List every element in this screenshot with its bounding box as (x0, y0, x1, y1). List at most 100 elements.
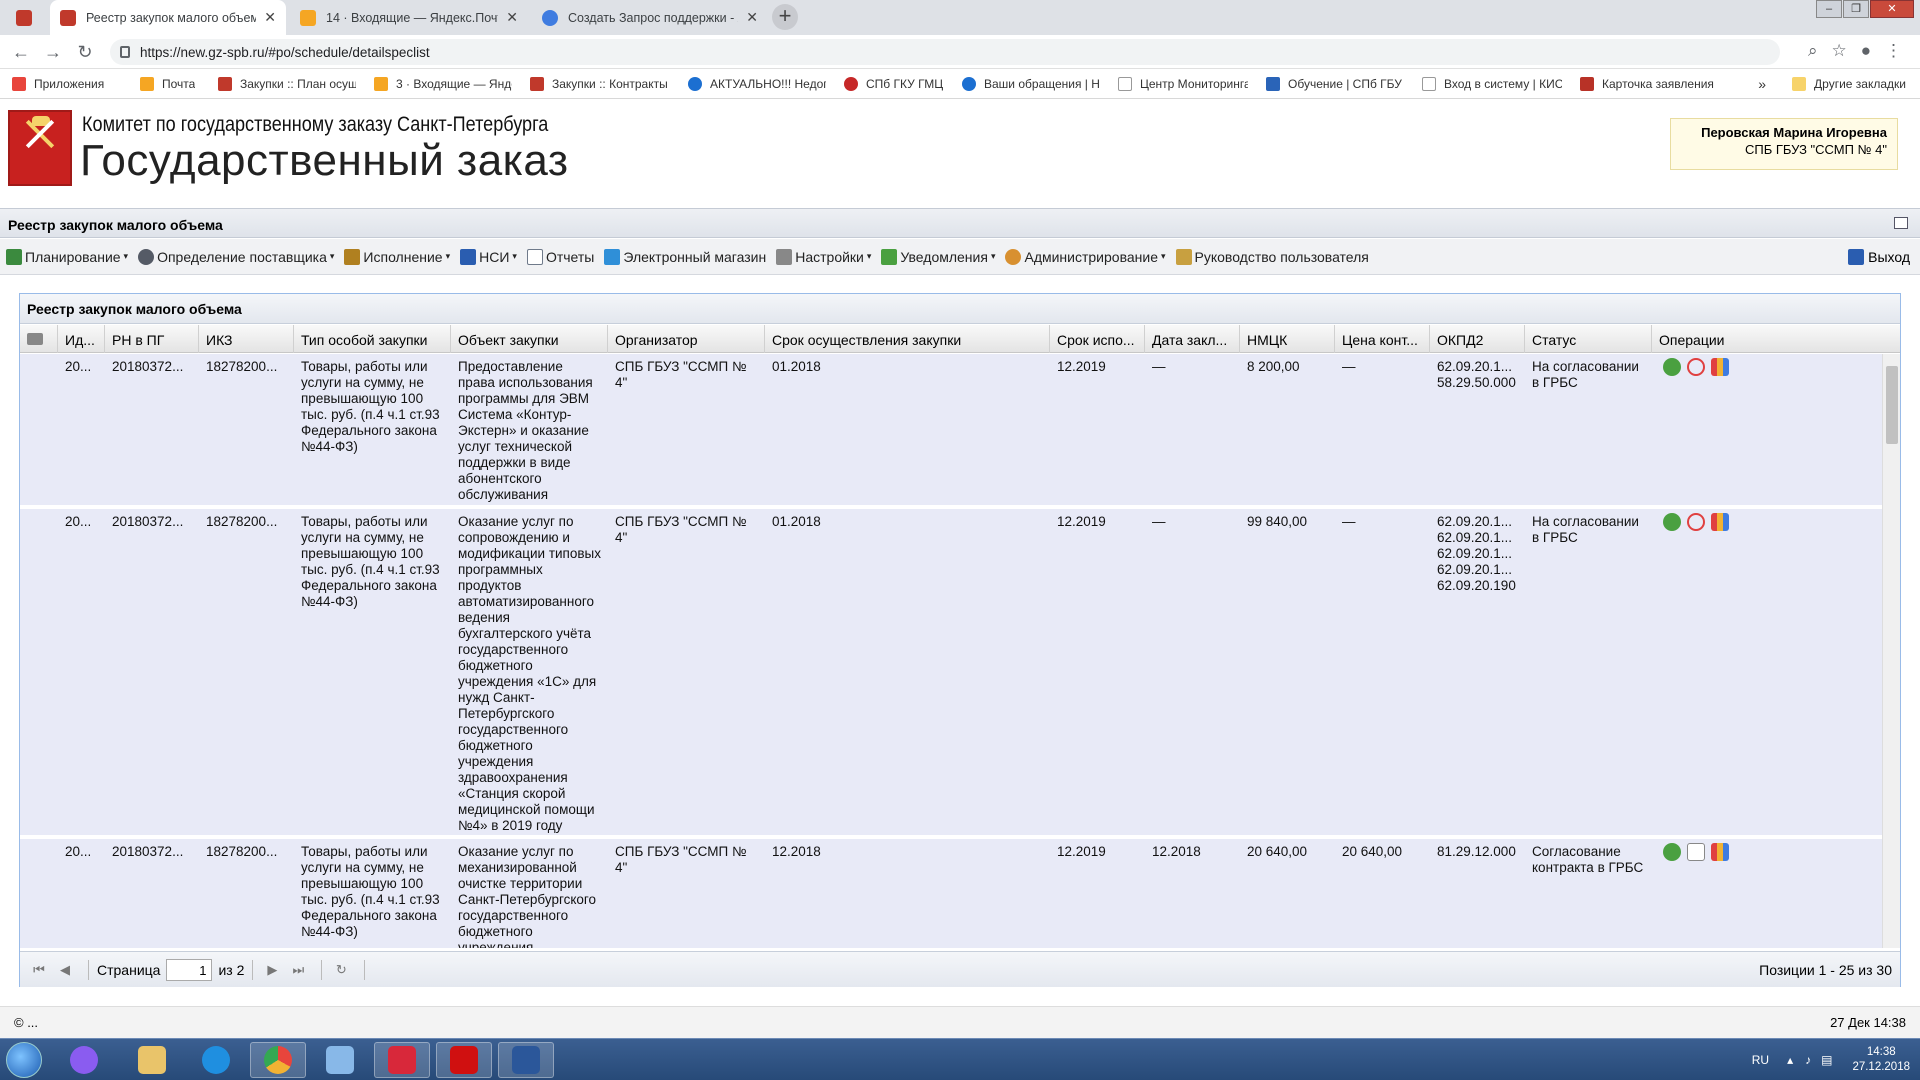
volume-icon[interactable]: ♪ (1805, 1053, 1811, 1067)
zoom-icon[interactable]: ⌕ (1808, 41, 1818, 61)
taskbar-alice[interactable] (56, 1042, 112, 1078)
refresh-icon[interactable] (1687, 358, 1705, 376)
bookmark-card[interactable]: Карточка заявления (1580, 76, 1718, 91)
menu-dots-icon[interactable]: ⋮ (1885, 41, 1902, 61)
forward-icon[interactable]: → (42, 41, 64, 63)
execution-icon (344, 248, 361, 265)
collapse-icon[interactable] (1894, 217, 1908, 229)
menu-execution[interactable]: Исполнение ▾ (344, 248, 450, 265)
menu-manual[interactable]: Руководство пользователя (1175, 248, 1369, 265)
chart-icon[interactable] (1711, 358, 1729, 376)
refresh-icon[interactable] (1687, 513, 1705, 531)
taskbar-ie[interactable] (188, 1042, 244, 1078)
table-row[interactable]: 20... 20180372... 18278200... Товары, ра… (20, 839, 1882, 948)
network-icon[interactable]: ▤ (1821, 1053, 1832, 1067)
language-indicator[interactable]: RU (1752, 1053, 1769, 1067)
bookmark-actual[interactable]: АКТУАЛЬНО!!! Недопущение (688, 76, 826, 91)
page-number-input[interactable]: 1 (166, 958, 213, 981)
filter-clear-icon[interactable] (20, 325, 58, 353)
settings-icon[interactable] (1663, 843, 1681, 861)
col-organizer[interactable]: Организатор (608, 325, 765, 353)
next-page-icon[interactable]: ▶ (261, 959, 283, 981)
taskbar-acrobat[interactable] (436, 1042, 492, 1078)
address-bar: ← → ↻ https://new.gz-spb.ru/#po/schedule… (0, 35, 1920, 69)
minimize-icon[interactable]: – (1816, 0, 1842, 18)
bookmark-monitoring[interactable]: Центр Мониторинга (1118, 76, 1248, 91)
col-period[interactable]: Срок осуществления закупки (765, 325, 1050, 353)
close-icon[interactable]: ✕ (746, 9, 758, 26)
col-ikz[interactable]: ИКЗ (199, 325, 294, 353)
settings-icon[interactable] (1663, 513, 1681, 531)
pinned-tab[interactable] (6, 0, 46, 35)
menu-admin[interactable]: Администрирование ▾ (1005, 248, 1166, 265)
cell-rn: 20180372... (112, 514, 184, 529)
bookmark-kis[interactable]: Вход в систему | КИС (1422, 76, 1562, 91)
new-tab-button[interactable]: + (772, 4, 798, 30)
exit-button[interactable]: Выход (1848, 249, 1910, 265)
bookmark-mail[interactable]: Почта (140, 76, 200, 91)
col-price[interactable]: Цена конт... (1335, 325, 1430, 353)
cell-ikz: 18278200... (206, 514, 278, 529)
cell-price: — (1342, 359, 1356, 374)
bookmark-yandex-mail[interactable]: 3 · Входящие — Яндекс.Почта (374, 76, 512, 91)
col-type[interactable]: Тип особой закупки (294, 325, 451, 353)
table-row[interactable]: 20... 20180372... 18278200... Товары, ра… (20, 354, 1882, 507)
maximize-icon[interactable]: ❐ (1843, 0, 1869, 18)
col-id[interactable]: Ид... (58, 325, 105, 353)
taskbar-chrome[interactable] (250, 1042, 306, 1078)
menu-settings[interactable]: Настройки ▾ (776, 248, 871, 265)
bookmark-apps[interactable]: Приложения (12, 76, 122, 91)
bookmark-zakupki-contracts[interactable]: Закупки :: Контракты (530, 76, 670, 91)
col-status[interactable]: Статус (1525, 325, 1652, 353)
other-bookmarks[interactable]: Другие закладки (1814, 77, 1906, 91)
close-icon[interactable]: ✕ (264, 9, 276, 26)
url-field[interactable]: https://new.gz-spb.ru/#po/schedule/detai… (110, 39, 1780, 65)
menu-notifications[interactable]: Уведомления ▾ (881, 248, 995, 265)
tab-support[interactable]: Создать Запрос поддержки - АЦ ✕ (532, 0, 768, 35)
menu-eshop[interactable]: Электронный магазин (604, 248, 766, 265)
vertical-scrollbar[interactable] (1882, 354, 1900, 948)
menu-nsi[interactable]: НСИ ▾ (460, 248, 517, 265)
bookmark-zakupki-plan[interactable]: Закупки :: План осуществления закупок (218, 76, 356, 91)
user-info[interactable]: Перовская Марина Игоревна СПБ ГБУЗ "ССМП… (1670, 118, 1898, 170)
reload-icon[interactable]: ↻ (74, 41, 96, 63)
tab-mail[interactable]: 14 · Входящие — Яндекс.Почта ✕ (290, 0, 528, 35)
col-okpd[interactable]: ОКПД2 (1430, 325, 1525, 353)
col-object[interactable]: Объект закупки (451, 325, 608, 353)
taskbar-word[interactable] (498, 1042, 554, 1078)
close-window-icon[interactable]: ✕ (1870, 0, 1914, 18)
close-icon[interactable]: ✕ (506, 9, 518, 26)
taskbar-explorer[interactable] (124, 1042, 180, 1078)
menu-reports[interactable]: Отчеты (526, 248, 594, 265)
scrollbar-thumb[interactable] (1886, 366, 1898, 444)
chart-icon[interactable] (1711, 843, 1729, 861)
col-rn[interactable]: РН в ПГ (105, 325, 199, 353)
prev-page-icon[interactable]: ◀ (54, 959, 76, 981)
clock[interactable]: 14:38 27.12.2018 (1852, 1045, 1910, 1075)
refresh-icon[interactable]: ↻ (330, 959, 352, 981)
tab-registry[interactable]: Реестр закупок малого объема ✕ (50, 0, 286, 35)
document-icon[interactable] (1687, 843, 1705, 861)
first-page-icon[interactable]: ⏮ (28, 959, 50, 981)
more-bookmarks-icon[interactable]: » (1758, 76, 1766, 92)
start-button[interactable] (6, 1042, 42, 1078)
bookmark-help[interactable]: Ваши обращения | Help (962, 76, 1100, 91)
col-date[interactable]: Дата закл... (1145, 325, 1240, 353)
back-icon[interactable]: ← (10, 41, 32, 63)
chart-icon[interactable] (1711, 513, 1729, 531)
profile-icon[interactable]: ● (1861, 41, 1871, 61)
col-operations[interactable]: Операции (1652, 325, 1900, 353)
taskbar-paint[interactable] (312, 1042, 368, 1078)
bookmark-gmc[interactable]: СПб ГКУ ГМЦ (844, 76, 944, 91)
col-nmck[interactable]: НМЦК (1240, 325, 1335, 353)
settings-icon[interactable] (1663, 358, 1681, 376)
taskbar-mail[interactable] (374, 1042, 430, 1078)
col-exec[interactable]: Срок испо... (1050, 325, 1145, 353)
menu-supplier[interactable]: Определение поставщика ▾ (138, 248, 334, 265)
star-icon[interactable]: ☆ (1831, 41, 1846, 61)
last-page-icon[interactable]: ⏭ (287, 959, 309, 981)
tray-expand-icon[interactable]: ▴ (1787, 1053, 1793, 1067)
bookmark-training[interactable]: Обучение | СПб ГБУ (1266, 76, 1404, 91)
menu-planning[interactable]: Планирование ▾ (6, 248, 128, 265)
table-row[interactable]: 20... 20180372... 18278200... Товары, ра… (20, 509, 1882, 837)
